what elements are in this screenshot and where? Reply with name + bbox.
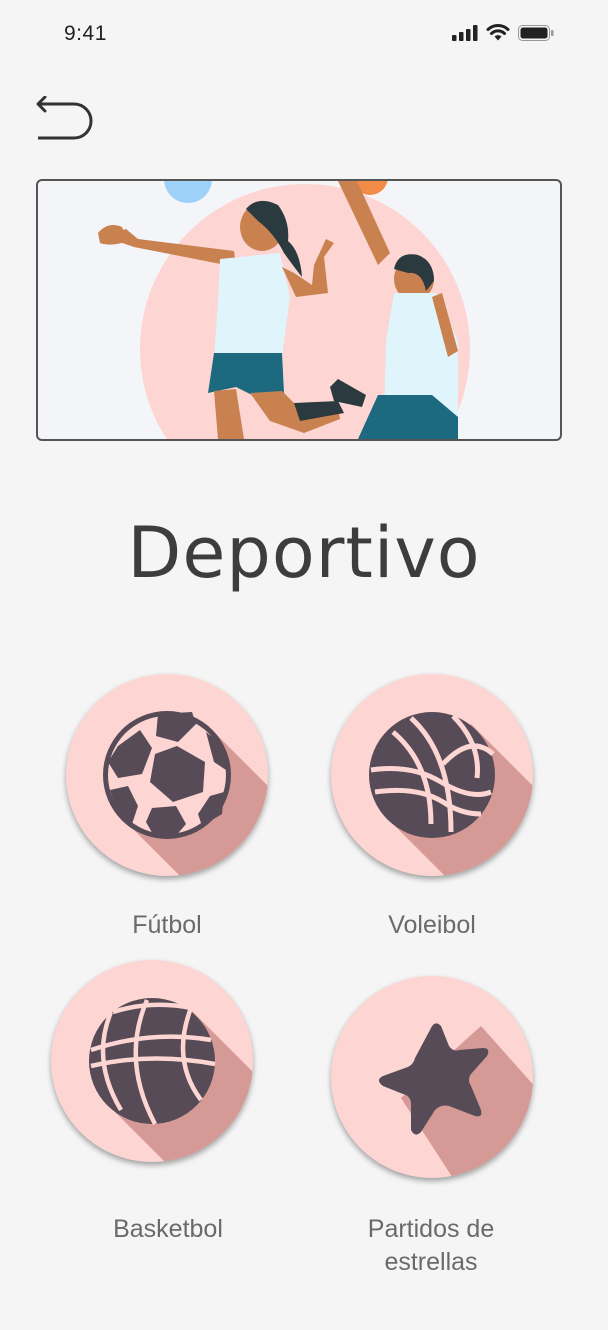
- wifi-icon: [486, 24, 510, 41]
- volleyball-players-illustration: [98, 181, 470, 439]
- sport-tile-estrellas[interactable]: [331, 976, 533, 1178]
- hero-illustration: [36, 179, 562, 441]
- sport-label-futbol[interactable]: Fútbol: [66, 909, 268, 942]
- cellular-signal-icon: [452, 24, 478, 41]
- page-title: Deportivo: [127, 512, 481, 594]
- sport-tile-voleibol[interactable]: [331, 674, 533, 876]
- sport-label-estrellas[interactable]: Partidos de estrellas: [321, 1213, 541, 1279]
- sport-tile-basketbol[interactable]: [51, 960, 253, 1162]
- back-button[interactable]: [34, 95, 98, 144]
- back-arrow-icon: [36, 95, 93, 140]
- volleyball-icon: [369, 712, 533, 876]
- soccer-ball-icon: [103, 711, 268, 876]
- sport-label-voleibol[interactable]: Voleibol: [331, 909, 533, 942]
- sport-label-basketbol[interactable]: Basketbol: [51, 1213, 285, 1246]
- star-icon: [379, 1023, 533, 1178]
- status-time: 9:41: [64, 22, 107, 45]
- status-icons: [452, 24, 554, 41]
- sport-tile-futbol[interactable]: [66, 674, 268, 876]
- basketball-icon: [89, 998, 253, 1162]
- battery-icon: [518, 24, 554, 41]
